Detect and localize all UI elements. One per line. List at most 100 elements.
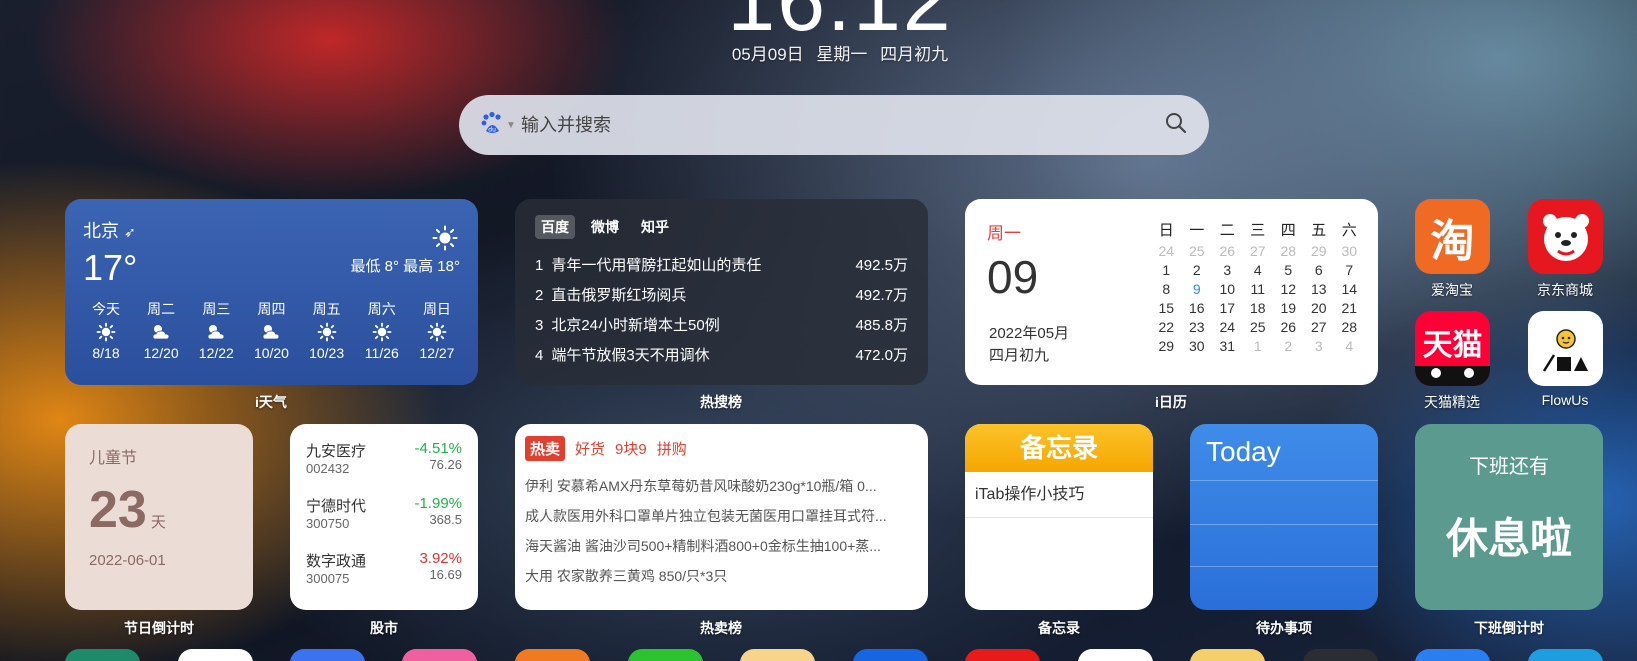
tab-zhihu[interactable]: 知乎	[635, 215, 675, 239]
app-label[interactable]: 爱淘宝	[1397, 280, 1507, 300]
search-input[interactable]	[521, 114, 1165, 136]
flowus-icon[interactable]	[1528, 311, 1603, 386]
app-label[interactable]: FlowUs	[1510, 392, 1620, 408]
calendar-date-cell[interactable]: 25	[1243, 319, 1274, 335]
app-label[interactable]: 天猫精选	[1397, 392, 1507, 412]
hot-search-widget[interactable]: 百度 微博 知乎 1 青年一代用臂膀扛起如山的责任 492.5万 2 直击俄罗斯红场阅…	[515, 199, 928, 385]
calendar-date-cell[interactable]: 26	[1273, 319, 1304, 335]
stock-price: 76.26	[429, 457, 462, 472]
calendar-date-cell[interactable]: 4	[1334, 338, 1365, 354]
todo-widget[interactable]: Today	[1190, 424, 1378, 610]
hot-search-item[interactable]: 2 直击俄罗斯红场阅兵 492.7万	[535, 279, 908, 309]
calendar-date-cell[interactable]: 2	[1273, 338, 1304, 354]
calendar-date-cell[interactable]: 9	[1182, 281, 1213, 297]
calendar-date-cell[interactable]: 4	[1243, 262, 1274, 278]
calendar-date-cell[interactable]: 17	[1212, 300, 1243, 316]
calendar-date-cell[interactable]: 3	[1212, 262, 1243, 278]
app-tile[interactable]	[65, 649, 140, 661]
search-icon[interactable]	[1165, 112, 1187, 139]
tab-baidu[interactable]: 百度	[535, 215, 575, 239]
chevron-down-icon[interactable]: ▼	[506, 120, 516, 131]
taobao-icon[interactable]: 淘	[1415, 199, 1490, 274]
holiday-countdown-widget[interactable]: 儿童节 23 天 2022-06-01	[65, 424, 253, 610]
calendar-date-cell[interactable]: 25	[1182, 243, 1213, 259]
calendar-date-cell[interactable]: 30	[1334, 243, 1365, 259]
tab-9-9[interactable]: 9块9	[615, 438, 647, 459]
tab-hot-sale[interactable]: 热卖	[525, 436, 566, 461]
calendar-date-cell[interactable]: 1	[1151, 262, 1182, 278]
calendar-date-cell[interactable]: 28	[1273, 243, 1304, 259]
jd-icon[interactable]	[1528, 199, 1603, 274]
calendar-date-cell[interactable]: 18	[1243, 300, 1274, 316]
app-tile[interactable]	[1190, 649, 1265, 661]
app-tile[interactable]	[290, 649, 365, 661]
weather-city: 北京 ➶	[83, 217, 460, 243]
app-tile[interactable]	[1528, 649, 1603, 661]
calendar-date-cell[interactable]: 5	[1273, 262, 1304, 278]
baidu-paw-icon[interactable]: du	[481, 111, 503, 140]
calendar-date-cell[interactable]: 28	[1334, 319, 1365, 335]
calendar-date-cell[interactable]: 10	[1212, 281, 1243, 297]
app-tile[interactable]	[1303, 649, 1378, 661]
calendar-date-cell[interactable]: 27	[1243, 243, 1274, 259]
calendar-date-cell[interactable]: 31	[1212, 338, 1243, 354]
calendar-date-cell[interactable]: 27	[1304, 319, 1335, 335]
calendar-date-cell[interactable]: 26	[1212, 243, 1243, 259]
calendar-date-cell[interactable]: 7	[1334, 262, 1365, 278]
calendar-date-cell[interactable]: 16	[1182, 300, 1213, 316]
calendar-date-cell[interactable]: 20	[1304, 300, 1335, 316]
hot-search-item[interactable]: 1 青年一代用臂膀扛起如山的责任 492.5万	[535, 249, 908, 279]
app-tile[interactable]	[1415, 649, 1490, 661]
calendar-date-cell[interactable]: 24	[1212, 319, 1243, 335]
stock-row[interactable]: 数字政通 300075 3.92% 16.69	[306, 550, 462, 586]
hot-sale-item[interactable]: 海天酱油 酱油沙司500+精制料酒800+0金标生抽100+蒸...	[525, 531, 918, 561]
calendar-date-cell[interactable]: 15	[1151, 300, 1182, 316]
app-tile[interactable]	[628, 649, 703, 661]
calendar-date-cell[interactable]: 30	[1182, 338, 1213, 354]
search-engine-selector[interactable]: du ▼	[481, 111, 521, 140]
memo-item[interactable]: iTab操作小技巧	[965, 472, 1153, 518]
hot-sale-item[interactable]: 大用 农家散养三黄鸡 850/只*3只	[525, 561, 918, 591]
app-tile[interactable]	[853, 649, 928, 661]
hot-sale-widget[interactable]: 热卖 好货 9块9 拼购 伊利 安慕希AMX丹东草莓奶昔风味酸奶230g*10瓶…	[515, 424, 928, 610]
app-tile[interactable]	[402, 649, 477, 661]
hot-sale-item[interactable]: 伊利 安慕希AMX丹东草莓奶昔风味酸奶230g*10瓶/箱 0...	[525, 471, 918, 501]
calendar-date-cell[interactable]: 24	[1151, 243, 1182, 259]
weather-widget[interactable]: 北京 ➶ 17° 最低 8° 最高 18° 今天 8/18 周二 12/20 周三 1…	[65, 199, 478, 385]
hot-sale-item[interactable]: 成人款医用外科口罩单片独立包装无菌医用口罩挂耳式符...	[525, 501, 918, 531]
calendar-date-cell[interactable]: 29	[1304, 243, 1335, 259]
calendar-date-cell[interactable]: 14	[1334, 281, 1365, 297]
offwork-countdown-widget[interactable]: 下班还有 休息啦	[1415, 424, 1603, 610]
calendar-date-cell[interactable]: 21	[1334, 300, 1365, 316]
stocks-widget[interactable]: 九安医疗 002432 -4.51% 76.26 宁德时代 300750 -1.99%…	[290, 424, 478, 610]
stock-row[interactable]: 宁德时代 300750 -1.99% 368.5	[306, 495, 462, 531]
calendar-date-cell[interactable]: 6	[1304, 262, 1335, 278]
app-tile[interactable]	[178, 649, 253, 661]
hot-search-item[interactable]: 4 端午节放假3天不用调休 472.0万	[535, 339, 908, 369]
stock-row[interactable]: 九安医疗 002432 -4.51% 76.26	[306, 440, 462, 476]
memo-widget[interactable]: 备忘录 iTab操作小技巧	[965, 424, 1153, 610]
tab-weibo[interactable]: 微博	[585, 215, 625, 239]
app-tile[interactable]	[740, 649, 815, 661]
calendar-date-cell[interactable]: 3	[1304, 338, 1335, 354]
app-tile[interactable]	[965, 649, 1040, 661]
calendar-date-cell[interactable]: 1	[1243, 338, 1274, 354]
calendar-date-cell[interactable]: 13	[1304, 281, 1335, 297]
calendar-date-cell[interactable]: 11	[1243, 281, 1274, 297]
calendar-date-cell[interactable]: 2	[1182, 262, 1213, 278]
tmall-icon[interactable]: 天猫	[1415, 311, 1490, 386]
calendar-date-cell[interactable]: 19	[1273, 300, 1304, 316]
tab-group-buy[interactable]: 拼购	[657, 438, 687, 459]
calendar-date-cell[interactable]: 29	[1151, 338, 1182, 354]
tab-good-goods[interactable]: 好货	[575, 438, 605, 459]
calendar-widget[interactable]: 周一 09 2022年05月 四月初九 日一二三四五六 24 25 26 27 28 29 3…	[965, 199, 1378, 385]
calendar-date-cell[interactable]: 12	[1273, 281, 1304, 297]
calendar-date-cell[interactable]: 8	[1151, 281, 1182, 297]
hot-search-item[interactable]: 3 北京24小时新增本土50例 485.8万	[535, 309, 908, 339]
search-bar[interactable]: du ▼	[459, 95, 1209, 155]
calendar-date-cell[interactable]: 23	[1182, 319, 1213, 335]
app-tile[interactable]	[1078, 649, 1153, 661]
app-tile[interactable]	[515, 649, 590, 661]
calendar-date-cell[interactable]: 22	[1151, 319, 1182, 335]
app-label[interactable]: 京东商城	[1510, 280, 1620, 300]
